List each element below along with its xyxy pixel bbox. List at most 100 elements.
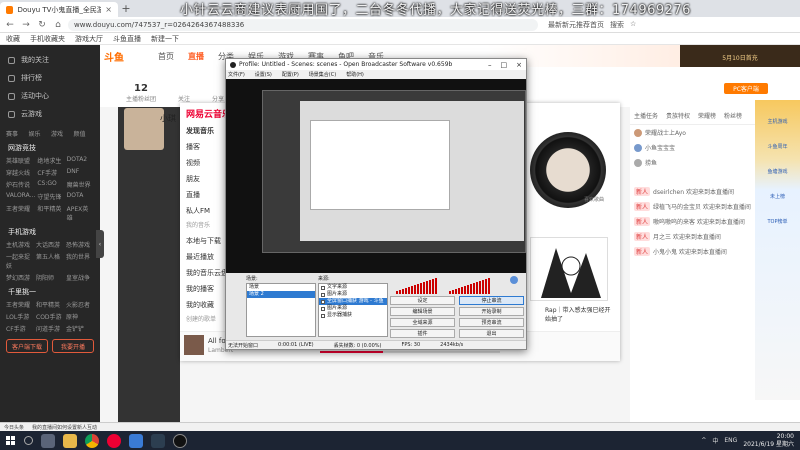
menu-settings[interactable]: 设置(S) xyxy=(255,71,272,78)
promo-item[interactable]: 斗鱼周年 xyxy=(755,143,800,150)
bookmark[interactable]: 手机收藏夹 xyxy=(30,34,65,44)
game-tag[interactable]: DOTA xyxy=(67,192,94,201)
source-item-selected[interactable]: 全屏窗口捕获 游戏 - 斗鱼 xyxy=(319,298,387,305)
url-input[interactable]: www.douyu.com/747537_r=0264264367488336 xyxy=(68,18,538,31)
fan-count[interactable]: 12 主播粉丝团 xyxy=(126,83,156,103)
tab-task[interactable]: 主播任务 xyxy=(634,111,658,120)
audio-meter-mic[interactable] xyxy=(449,278,490,294)
tray-item[interactable]: ^ xyxy=(701,437,706,444)
tab-close-icon[interactable]: × xyxy=(105,5,112,14)
global-sources-button[interactable]: 全域来源 xyxy=(390,318,455,327)
game-tag[interactable]: 王者荣耀 xyxy=(6,204,35,222)
start-live-button[interactable]: 我要开播 xyxy=(52,339,94,353)
bookmark[interactable]: 收藏 xyxy=(6,34,20,44)
menu-scene-collection[interactable]: 场景集合(C) xyxy=(309,71,336,78)
mobile-tag[interactable]: 我的世界 xyxy=(66,252,94,270)
game-tag[interactable]: 和平精英 xyxy=(37,204,64,222)
album-cover[interactable] xyxy=(530,237,608,301)
task-view-icon[interactable] xyxy=(41,433,55,448)
notif-item[interactable]: 我的直播间如何设置新人互动 xyxy=(32,424,97,431)
other-tag[interactable]: 火影忍者 xyxy=(66,300,94,309)
search-icon[interactable] xyxy=(24,436,33,445)
other-tag[interactable]: 王者荣耀 xyxy=(6,300,34,309)
sidebar-item-rank[interactable]: 排行榜 xyxy=(0,69,100,87)
app-icon[interactable] xyxy=(151,433,165,448)
new-tab-button[interactable]: + xyxy=(118,2,134,15)
chrome-icon[interactable] xyxy=(85,433,99,448)
bookmark[interactable]: 斗鱼直播 xyxy=(113,34,141,44)
home-icon[interactable]: ⌂ xyxy=(52,20,64,30)
game-tag[interactable]: 守望先锋 xyxy=(37,192,64,201)
pc-client-button[interactable]: PC客户端 xyxy=(724,83,768,94)
scene-item-selected[interactable]: 场景 2 xyxy=(247,291,315,298)
checkbox[interactable] xyxy=(321,292,325,297)
promo-item[interactable]: TOP榜单 xyxy=(755,218,800,225)
mobile-tag[interactable]: 皇室战争 xyxy=(66,273,94,282)
scene-item[interactable]: 场景 xyxy=(247,284,315,291)
promo-item[interactable]: 鱼塘游戏 xyxy=(755,168,800,175)
start-button[interactable] xyxy=(0,431,20,450)
source-item[interactable]: 显示器捕获 xyxy=(319,312,387,319)
hot-icon-label[interactable]: 娱乐 xyxy=(29,129,50,138)
other-tag[interactable]: COD手游 xyxy=(36,312,64,321)
header-banner[interactable]: 5月10日首充 xyxy=(680,45,800,69)
hot-icon-label[interactable]: 游戏 xyxy=(51,129,72,138)
other-tag[interactable]: 原神 xyxy=(66,312,94,321)
start-recording-button[interactable]: 开始录制 xyxy=(459,307,524,316)
game-tag[interactable]: APEX英雄 xyxy=(67,204,94,222)
album-art[interactable] xyxy=(184,335,204,355)
sidebar-collapse-handle[interactable]: ‹ xyxy=(96,230,104,258)
menu-file[interactable]: 文件(F) xyxy=(228,71,245,78)
sidebar-item-events[interactable]: 活动中心 xyxy=(0,87,100,105)
download-client-button[interactable]: 客户端下载 xyxy=(6,339,48,353)
other-tag[interactable]: LOL手游 xyxy=(6,312,34,321)
mobile-tag[interactable]: 梦幻西游 xyxy=(6,273,34,282)
follow-count[interactable]: 关注 xyxy=(178,94,190,103)
source-item[interactable]: 图片来源 xyxy=(319,291,387,298)
other-tag[interactable]: 金铲铲 xyxy=(66,324,94,333)
stop-stream-button[interactable]: 停止串流 xyxy=(459,296,524,305)
exit-button[interactable]: 退出 xyxy=(459,329,524,338)
mobile-tag[interactable]: 第五人格 xyxy=(36,252,64,270)
game-tag[interactable]: DOTA2 xyxy=(67,156,94,165)
tray-item[interactable]: 中 xyxy=(712,436,718,445)
other-tag[interactable]: CF手游 xyxy=(6,324,34,333)
settings-button[interactable]: 设定 xyxy=(390,296,455,305)
checkbox[interactable] xyxy=(321,299,325,304)
share-count[interactable]: 分享 xyxy=(212,94,224,103)
nav-item[interactable]: 首页 xyxy=(158,51,174,62)
obs-icon[interactable] xyxy=(173,433,187,448)
hot-icon-label[interactable]: 赛事 xyxy=(6,129,27,138)
address-action[interactable]: 最新新元推荐首页 xyxy=(548,20,604,30)
tray-item[interactable]: ENG xyxy=(724,437,737,444)
nav-item-active[interactable]: 直播 xyxy=(188,51,204,62)
app-icon[interactable] xyxy=(129,433,143,448)
clock[interactable]: 20:00 2021/6/19 星期六 xyxy=(743,433,794,449)
maximize-icon[interactable]: □ xyxy=(501,61,508,69)
browser-tab[interactable]: Douyu TV小鬼直播_全民游戏娱乐直播 × xyxy=(0,2,118,17)
close-icon[interactable]: × xyxy=(516,61,522,69)
sidebar-item-follow[interactable]: 我的关注 xyxy=(0,51,100,69)
mobile-tag[interactable]: 主机游戏 xyxy=(6,240,34,249)
checkbox[interactable] xyxy=(321,313,325,318)
mobile-tag[interactable]: 一起来捉妖 xyxy=(6,252,34,270)
preview-stream-button[interactable]: 预览串流 xyxy=(459,318,524,327)
netease-music-icon[interactable] xyxy=(107,433,121,448)
checkbox[interactable] xyxy=(321,285,325,290)
checkbox[interactable] xyxy=(321,306,325,311)
promo-item[interactable]: 未上榜 xyxy=(755,193,800,200)
promo-item[interactable]: 主机游戏 xyxy=(755,118,800,125)
streamer-avatar[interactable] xyxy=(124,108,164,150)
bookmark[interactable]: 游戏大厅 xyxy=(75,34,103,44)
game-tag[interactable]: CS:GO xyxy=(37,180,64,189)
game-tag[interactable]: 炉石传说 xyxy=(6,180,35,189)
address-action[interactable]: 搜索 xyxy=(610,20,624,30)
game-tag[interactable]: 穿越火线 xyxy=(6,168,35,177)
source-item[interactable]: 文字来源 xyxy=(319,284,387,291)
tab-noble[interactable]: 贵族特权 xyxy=(666,111,690,120)
other-tag[interactable]: 问道手游 xyxy=(36,324,64,333)
game-tag[interactable]: DNF xyxy=(67,168,94,177)
minimize-icon[interactable]: – xyxy=(488,61,492,69)
sidebar-item-cloud[interactable]: 云游戏 xyxy=(0,105,100,123)
game-tag[interactable]: VALORA... xyxy=(6,192,35,201)
